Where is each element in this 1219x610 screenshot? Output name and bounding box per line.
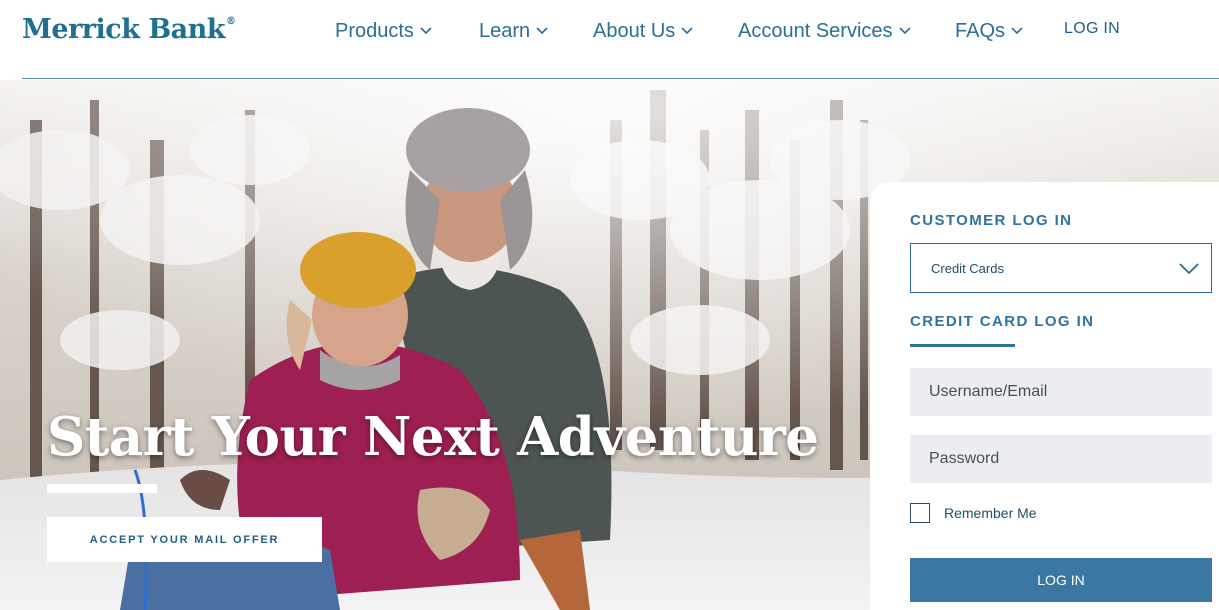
customer-login-panel: CUSTOMER LOG IN Credit Cards CREDIT CARD…	[870, 182, 1219, 610]
accept-mail-offer-button[interactable]: ACCEPT YOUR MAIL OFFER	[47, 517, 322, 562]
header-divider	[22, 78, 1219, 79]
merrick-bank-logo[interactable]: Merrick Bank®	[22, 14, 236, 45]
remember-me-label[interactable]: Remember Me	[944, 505, 1037, 521]
login-submit-button[interactable]: LOG IN	[910, 558, 1212, 602]
nav-item-products[interactable]: Products	[335, 20, 432, 43]
nav-item-label: Products	[335, 20, 414, 42]
nav-item-label: Learn	[479, 20, 531, 42]
customer-login-heading: CUSTOMER LOG IN	[910, 212, 1073, 229]
chevron-down-icon	[1011, 18, 1023, 41]
chevron-down-icon	[420, 18, 432, 41]
chevron-down-icon	[1179, 262, 1199, 280]
brand-name: Merrick Bank	[22, 14, 225, 45]
nav-item-label: FAQs	[955, 20, 1006, 42]
nav-item-about-us[interactable]: About Us	[593, 20, 693, 43]
password-field[interactable]	[910, 435, 1212, 483]
nav-item-learn[interactable]: Learn	[479, 20, 548, 43]
credit-card-login-heading: CREDIT CARD LOG IN	[910, 313, 1095, 330]
username-email-field[interactable]	[910, 368, 1212, 416]
account-type-selected: Credit Cards	[931, 261, 1004, 276]
account-type-select[interactable]: Credit Cards	[910, 243, 1212, 293]
chevron-down-icon	[898, 18, 911, 41]
hero-title-underline	[47, 484, 157, 493]
site-header: Merrick Bank® Products Learn About Us Ac…	[0, 0, 1219, 80]
nav-item-faqs[interactable]: FAQs	[955, 20, 1023, 43]
chevron-down-icon	[681, 18, 693, 41]
header-login-link[interactable]: LOG IN	[1064, 20, 1120, 38]
nav-item-account-services[interactable]: Account Services	[738, 20, 911, 43]
remember-me-checkbox[interactable]	[910, 503, 930, 523]
chevron-down-icon	[536, 18, 548, 41]
hero-title: Start Your Next Adventure	[47, 406, 819, 468]
nav-item-label: About Us	[593, 20, 676, 42]
registered-mark: ®	[225, 16, 236, 27]
nav-item-label: Account Services	[738, 20, 893, 42]
credit-card-login-underline	[910, 344, 1015, 347]
